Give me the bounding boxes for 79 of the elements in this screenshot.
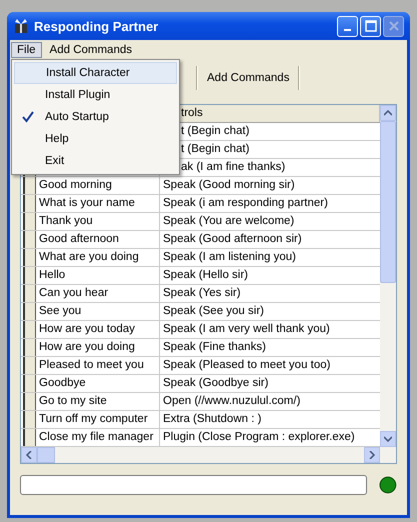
table-cell: Speak (Good morning sir) bbox=[163, 179, 295, 191]
maximize-icon bbox=[364, 20, 376, 32]
table-cell: Open (//www.nuzulul.com/) bbox=[163, 395, 300, 407]
row-header[interactable] bbox=[23, 411, 36, 428]
chevron-down-icon bbox=[384, 436, 392, 442]
table-cell: Speak (i am responding partner) bbox=[163, 197, 328, 209]
table-cell: Extra (Shutdown : ) bbox=[163, 413, 262, 425]
row-header[interactable] bbox=[23, 393, 36, 410]
table-cell: What are you doing bbox=[39, 251, 139, 263]
table-cell: Goodbye bbox=[39, 377, 86, 389]
row-header[interactable] bbox=[23, 249, 36, 266]
table-cell: Can you hear bbox=[39, 287, 108, 299]
table-cell: Speak (I am listening you) bbox=[163, 251, 296, 263]
chevron-right-icon bbox=[369, 451, 375, 459]
table-cell: t (Begin chat) bbox=[181, 143, 250, 155]
table-cell: Speak (You are welcome) bbox=[163, 215, 294, 227]
menu-option[interactable]: Auto Startup bbox=[14, 106, 177, 128]
row-header[interactable] bbox=[23, 195, 36, 212]
row-header[interactable] bbox=[23, 429, 36, 446]
toolbar-button[interactable]: Add Commands bbox=[198, 68, 298, 88]
row-header[interactable] bbox=[23, 231, 36, 248]
row-header[interactable] bbox=[23, 267, 36, 284]
table-cell: ak (I am fine thanks) bbox=[181, 161, 286, 173]
row-header[interactable] bbox=[23, 213, 36, 230]
table-cell: Hello bbox=[39, 269, 66, 281]
table-cell: Speak (Good afternoon sir) bbox=[163, 233, 302, 245]
row-header[interactable] bbox=[23, 321, 36, 338]
scroll-left-button[interactable] bbox=[21, 447, 37, 463]
chevron-left-icon bbox=[26, 451, 32, 459]
table-cell: Turn off my computer bbox=[39, 413, 148, 425]
table-cell: Speak (Pleased to meet you too) bbox=[163, 359, 330, 371]
row-header[interactable] bbox=[23, 177, 36, 194]
status-light-icon bbox=[379, 476, 397, 494]
table-cell: t (Begin chat) bbox=[181, 125, 250, 137]
minimize-icon bbox=[344, 29, 351, 31]
row-header[interactable] bbox=[23, 375, 36, 392]
row-header[interactable] bbox=[23, 303, 36, 320]
column-header: trols bbox=[181, 107, 203, 119]
chevron-up-icon bbox=[384, 110, 392, 116]
table-cell: Thank you bbox=[39, 215, 93, 227]
table-cell: How are you today bbox=[39, 323, 135, 335]
table-cell: Plugin (Close Program : explorer.exe) bbox=[163, 431, 355, 443]
scroll-right-button[interactable] bbox=[364, 447, 380, 463]
window-title: Responding Partner bbox=[34, 18, 160, 34]
horizontal-scrollbar[interactable] bbox=[21, 447, 396, 463]
scroll-down-button[interactable] bbox=[380, 431, 396, 447]
table-cell: Good morning bbox=[39, 179, 112, 191]
menu-option[interactable]: Help bbox=[14, 128, 177, 150]
table-cell: See you bbox=[39, 305, 82, 317]
maximize-button[interactable] bbox=[360, 16, 381, 36]
row-header[interactable] bbox=[23, 339, 36, 356]
close-icon bbox=[388, 20, 400, 32]
scroll-thumb[interactable] bbox=[380, 121, 396, 283]
table-cell: Go to my site bbox=[39, 395, 107, 407]
table-cell: Speak (Fine thanks) bbox=[163, 341, 266, 353]
table-cell: Speak (I am very well thank you) bbox=[163, 323, 330, 335]
table-cell: How are you doing bbox=[39, 341, 135, 353]
table-cell: Good afternoon bbox=[39, 233, 119, 245]
table-cell: Close my file manager bbox=[39, 431, 154, 443]
table-cell: Speak (See you sir) bbox=[163, 305, 264, 317]
scroll-thumb[interactable] bbox=[37, 447, 55, 463]
scroll-up-button[interactable] bbox=[380, 105, 396, 121]
menu-option[interactable]: Install Character bbox=[14, 62, 177, 84]
menu-option[interactable]: Install Plugin bbox=[14, 84, 177, 106]
minimize-button[interactable] bbox=[337, 16, 358, 36]
input-field[interactable] bbox=[20, 475, 368, 495]
table-cell: Speak (Yes sir) bbox=[163, 287, 241, 299]
checkmark-icon bbox=[21, 110, 35, 124]
menu-item[interactable]: File bbox=[11, 42, 42, 58]
table-cell: Speak (Hello sir) bbox=[163, 269, 248, 281]
menu-item[interactable]: Add Commands bbox=[44, 42, 138, 58]
gift-icon bbox=[13, 18, 29, 34]
table-cell: What is your name bbox=[39, 197, 135, 209]
row-header[interactable] bbox=[23, 285, 36, 302]
table-cell: Speak (Goodbye sir) bbox=[163, 377, 268, 389]
row-header[interactable] bbox=[23, 357, 36, 374]
table-cell: Pleased to meet you bbox=[39, 359, 144, 371]
menu-option[interactable]: Exit bbox=[14, 150, 177, 172]
vertical-scrollbar[interactable] bbox=[380, 105, 396, 447]
